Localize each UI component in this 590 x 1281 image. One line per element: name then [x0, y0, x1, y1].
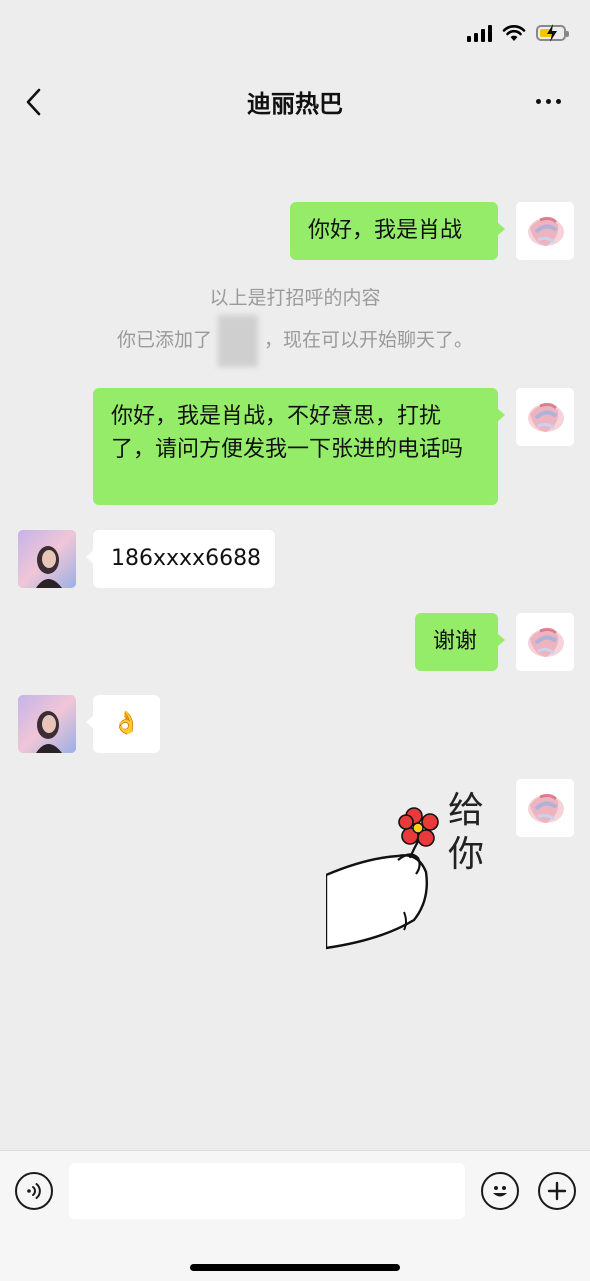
blurred-name	[218, 314, 258, 367]
home-indicator	[190, 1264, 400, 1271]
voice-button[interactable]	[15, 1172, 53, 1210]
battery-charging-icon	[536, 24, 569, 42]
message-bubble-sent[interactable]: 谢谢	[415, 613, 505, 671]
signal-icon	[467, 24, 492, 42]
message-bubble-sent[interactable]: 你好，我是肖战，不好意思，打扰了，请问方便发我一下张进的电话吗	[93, 388, 505, 505]
plus-icon	[547, 1181, 567, 1201]
composer-bar	[0, 1150, 590, 1281]
message-bubble-sent[interactable]: 你好，我是肖战	[290, 202, 505, 260]
my-avatar[interactable]	[516, 779, 574, 837]
greeting-note: 以上是打招呼的内容	[209, 287, 381, 309]
sticker-text-1: 给	[448, 790, 484, 831]
chat-title: 迪丽热巴	[247, 90, 343, 118]
my-avatar[interactable]	[516, 613, 574, 671]
status-bar	[0, 0, 590, 70]
plus-button[interactable]	[538, 1172, 576, 1210]
friend-added-prefix: 你已添加了	[116, 329, 212, 351]
flower-sticker[interactable]: 给 你	[324, 780, 496, 952]
contact-avatar[interactable]	[18, 695, 76, 753]
message-bubble-received[interactable]: 👌	[86, 695, 160, 753]
contact-avatar[interactable]	[18, 530, 76, 588]
friend-added-note: 你已添加了 ，现在可以开始聊天了。	[0, 310, 590, 370]
message-input[interactable]	[69, 1163, 465, 1219]
status-icons	[467, 24, 569, 42]
voice-icon	[27, 1183, 41, 1199]
friend-added-suffix: ，现在可以开始聊天了。	[264, 329, 474, 351]
my-avatar[interactable]	[516, 202, 574, 260]
emoji-icon	[493, 1186, 507, 1197]
message-bubble-received[interactable]: 186xxxx6688	[86, 530, 275, 588]
my-avatar[interactable]	[516, 388, 574, 446]
wifi-icon	[502, 25, 526, 41]
nav-bar: 迪丽热巴	[0, 70, 590, 132]
sticker-text-2: 你	[448, 834, 484, 875]
emoji-button[interactable]	[481, 1172, 519, 1210]
more-dots-icon[interactable]	[528, 84, 568, 118]
